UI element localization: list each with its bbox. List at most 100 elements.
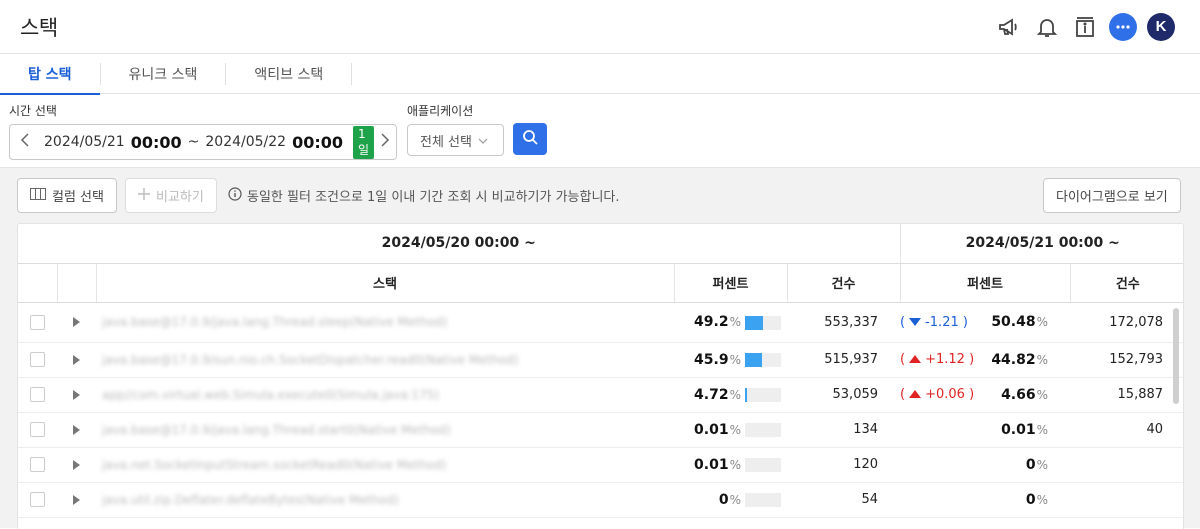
curr-percent-cell: (-1.21 ) 50.48% bbox=[900, 302, 1071, 343]
curr-percent-cell: 0.01% bbox=[900, 412, 1071, 448]
expand-arrow-icon[interactable] bbox=[73, 389, 80, 400]
table-row[interactable]: java.base@17.0.9/sun.nio.ch.SocketDispat… bbox=[18, 342, 1183, 378]
percent-unit: % bbox=[1036, 387, 1049, 402]
curr-count-cell bbox=[1070, 447, 1183, 483]
table-scrollbar[interactable] bbox=[1173, 308, 1179, 404]
row-expand-cell bbox=[57, 482, 96, 518]
stack-text[interactable]: app//com.virtual.web.Simula.execute0(Sim… bbox=[96, 388, 674, 402]
range-badge: 1일 bbox=[353, 125, 375, 159]
prev-range-icon[interactable] bbox=[20, 133, 30, 151]
col-header-percent[interactable]: 퍼센트 bbox=[674, 263, 788, 303]
percent-bar bbox=[745, 458, 781, 472]
row-expand-cell bbox=[57, 447, 96, 483]
info-box-icon[interactable] bbox=[1066, 8, 1104, 46]
percent-value: 0.01 bbox=[694, 456, 729, 473]
curr-count-cell: 15,887 bbox=[1070, 377, 1183, 413]
app-select[interactable]: 전체 선택 bbox=[407, 124, 504, 156]
count-cell: 134 bbox=[787, 412, 901, 448]
stack-cell: java.base@17.0.9/java.lang.Thread.start0… bbox=[96, 412, 674, 448]
row-expand-cell bbox=[57, 342, 96, 378]
curr-count-cell: 172,078 bbox=[1070, 302, 1183, 343]
col-header-count-curr[interactable]: 건수 bbox=[1070, 263, 1183, 303]
top-bar: 스택 K bbox=[0, 0, 1200, 54]
avatar[interactable]: K bbox=[1142, 8, 1180, 46]
page-title: 스택 bbox=[20, 15, 58, 40]
row-checkbox[interactable] bbox=[30, 387, 45, 402]
table-row[interactable]: java.base@17.0.9/java.lang.Thread.start0… bbox=[18, 412, 1183, 448]
percent-unit: % bbox=[1036, 422, 1049, 437]
group-header-curr: 2024/05/21 00:00 ~ bbox=[900, 224, 1183, 264]
arrow-up-icon bbox=[909, 390, 922, 398]
row-checkbox[interactable] bbox=[30, 457, 45, 472]
stack-text[interactable]: java.util.zip.Deflater.deflateBytes(Nati… bbox=[96, 493, 674, 507]
change-value: +0.06 bbox=[925, 387, 965, 402]
col-header-stack[interactable]: 스택 bbox=[96, 263, 675, 303]
expand-arrow-icon[interactable] bbox=[73, 317, 80, 327]
percent-bar-fill bbox=[745, 388, 747, 402]
expand-arrow-icon[interactable] bbox=[73, 459, 80, 470]
row-checkbox[interactable] bbox=[30, 352, 45, 367]
expand-arrow-icon[interactable] bbox=[73, 424, 80, 435]
stack-text[interactable]: java.net.SocketInputStream.socketRead0(N… bbox=[96, 458, 674, 472]
change-value: -1.21 bbox=[925, 314, 959, 330]
expand-arrow-icon[interactable] bbox=[73, 494, 80, 505]
tab-bar: 탑 스택 유니크 스택 액티브 스택 bbox=[0, 54, 1200, 95]
expand-arrow-icon[interactable] bbox=[73, 354, 80, 365]
percent-bar-fill bbox=[745, 315, 763, 330]
percent-unit: % bbox=[1036, 352, 1049, 367]
row-checkbox[interactable] bbox=[30, 422, 45, 437]
column-select-label: 컬럼 선택 bbox=[52, 190, 104, 205]
percent-unit: % bbox=[729, 352, 741, 367]
col-header-percent-curr[interactable]: 퍼센트 bbox=[900, 263, 1071, 303]
stack-text[interactable]: java.base@17.0.9/java.lang.Thread.start0… bbox=[96, 423, 674, 437]
row-checkbox[interactable] bbox=[30, 492, 45, 507]
stack-text[interactable]: java.base@17.0.9/java.lang.Thread.sleep(… bbox=[96, 315, 674, 329]
row-checkbox[interactable] bbox=[30, 314, 45, 330]
bell-icon[interactable] bbox=[1028, 8, 1066, 46]
table-row[interactable]: java.net.SocketInputStream.socketRead0(N… bbox=[18, 447, 1183, 483]
stack-text[interactable]: java.base@17.0.9/sun.nio.ch.SocketDispat… bbox=[96, 353, 674, 367]
compare-label: 비교하기 bbox=[156, 190, 204, 205]
next-range-icon[interactable] bbox=[380, 133, 390, 151]
table-row[interactable]: java.util.zip.Deflater.deflateBytes(Nati… bbox=[18, 482, 1183, 518]
table-body: java.base@17.0.9/java.lang.Thread.sleep(… bbox=[18, 302, 1183, 518]
tab-top-stack[interactable]: 탑 스택 bbox=[0, 54, 100, 95]
table-row[interactable]: app//com.virtual.web.Simula.execute0(Sim… bbox=[18, 377, 1183, 413]
stack-cell: app//com.virtual.web.Simula.execute0(Sim… bbox=[96, 377, 674, 413]
tab-unique-stack[interactable]: 유니크 스택 bbox=[101, 54, 226, 94]
time-label: 시간 선택 bbox=[9, 104, 57, 118]
chat-icon[interactable] bbox=[1104, 8, 1142, 46]
expand-header bbox=[57, 263, 97, 303]
percent-unit: % bbox=[1036, 457, 1049, 472]
tab-divider bbox=[351, 62, 353, 85]
search-button[interactable] bbox=[513, 123, 547, 155]
curr-percent-cell: (+0.06 ) 4.66% bbox=[900, 377, 1071, 413]
row-checkbox-cell bbox=[18, 377, 57, 413]
end-time: 00:00 bbox=[292, 132, 344, 152]
table-row[interactable]: java.base@17.0.9/java.lang.Thread.sleep(… bbox=[18, 302, 1183, 343]
row-expand-cell bbox=[57, 302, 96, 343]
curr-count-cell bbox=[1070, 482, 1183, 518]
percent-bar bbox=[745, 493, 781, 507]
megaphone-icon[interactable] bbox=[990, 8, 1028, 46]
row-checkbox-cell bbox=[18, 342, 57, 378]
group-header-row: 2024/05/20 00:00 ~ 2024/05/21 00:00 ~ bbox=[18, 224, 1183, 264]
compare-button[interactable]: 비교하기 bbox=[125, 178, 217, 213]
percent-cell: 4.72% bbox=[674, 377, 787, 413]
group-header-prev: 2024/05/20 00:00 ~ bbox=[18, 224, 901, 264]
plus-icon bbox=[138, 187, 150, 204]
diagram-view-button[interactable]: 다이어그램으로 보기 bbox=[1043, 178, 1181, 213]
search-icon bbox=[522, 129, 538, 149]
tab-active-stack[interactable]: 액티브 스택 bbox=[226, 54, 351, 94]
paren-close: ) bbox=[964, 387, 975, 402]
curr-percent-value: 44.82 bbox=[991, 351, 1036, 368]
percent-value: 45.9 bbox=[694, 351, 729, 368]
stack-cell: java.net.SocketInputStream.socketRead0(N… bbox=[96, 447, 674, 483]
curr-percent-value: 0 bbox=[1025, 491, 1036, 508]
col-header-count[interactable]: 건수 bbox=[787, 263, 901, 303]
time-range-picker[interactable]: 2024/05/21 00:00 ~ 2024/05/22 00:00 1일 bbox=[9, 124, 397, 160]
column-select-button[interactable]: 컬럼 선택 bbox=[17, 178, 117, 213]
curr-count-cell: 152,793 bbox=[1070, 342, 1183, 378]
percent-cell: 0.01% bbox=[674, 412, 787, 448]
percent-unit: % bbox=[729, 387, 741, 402]
